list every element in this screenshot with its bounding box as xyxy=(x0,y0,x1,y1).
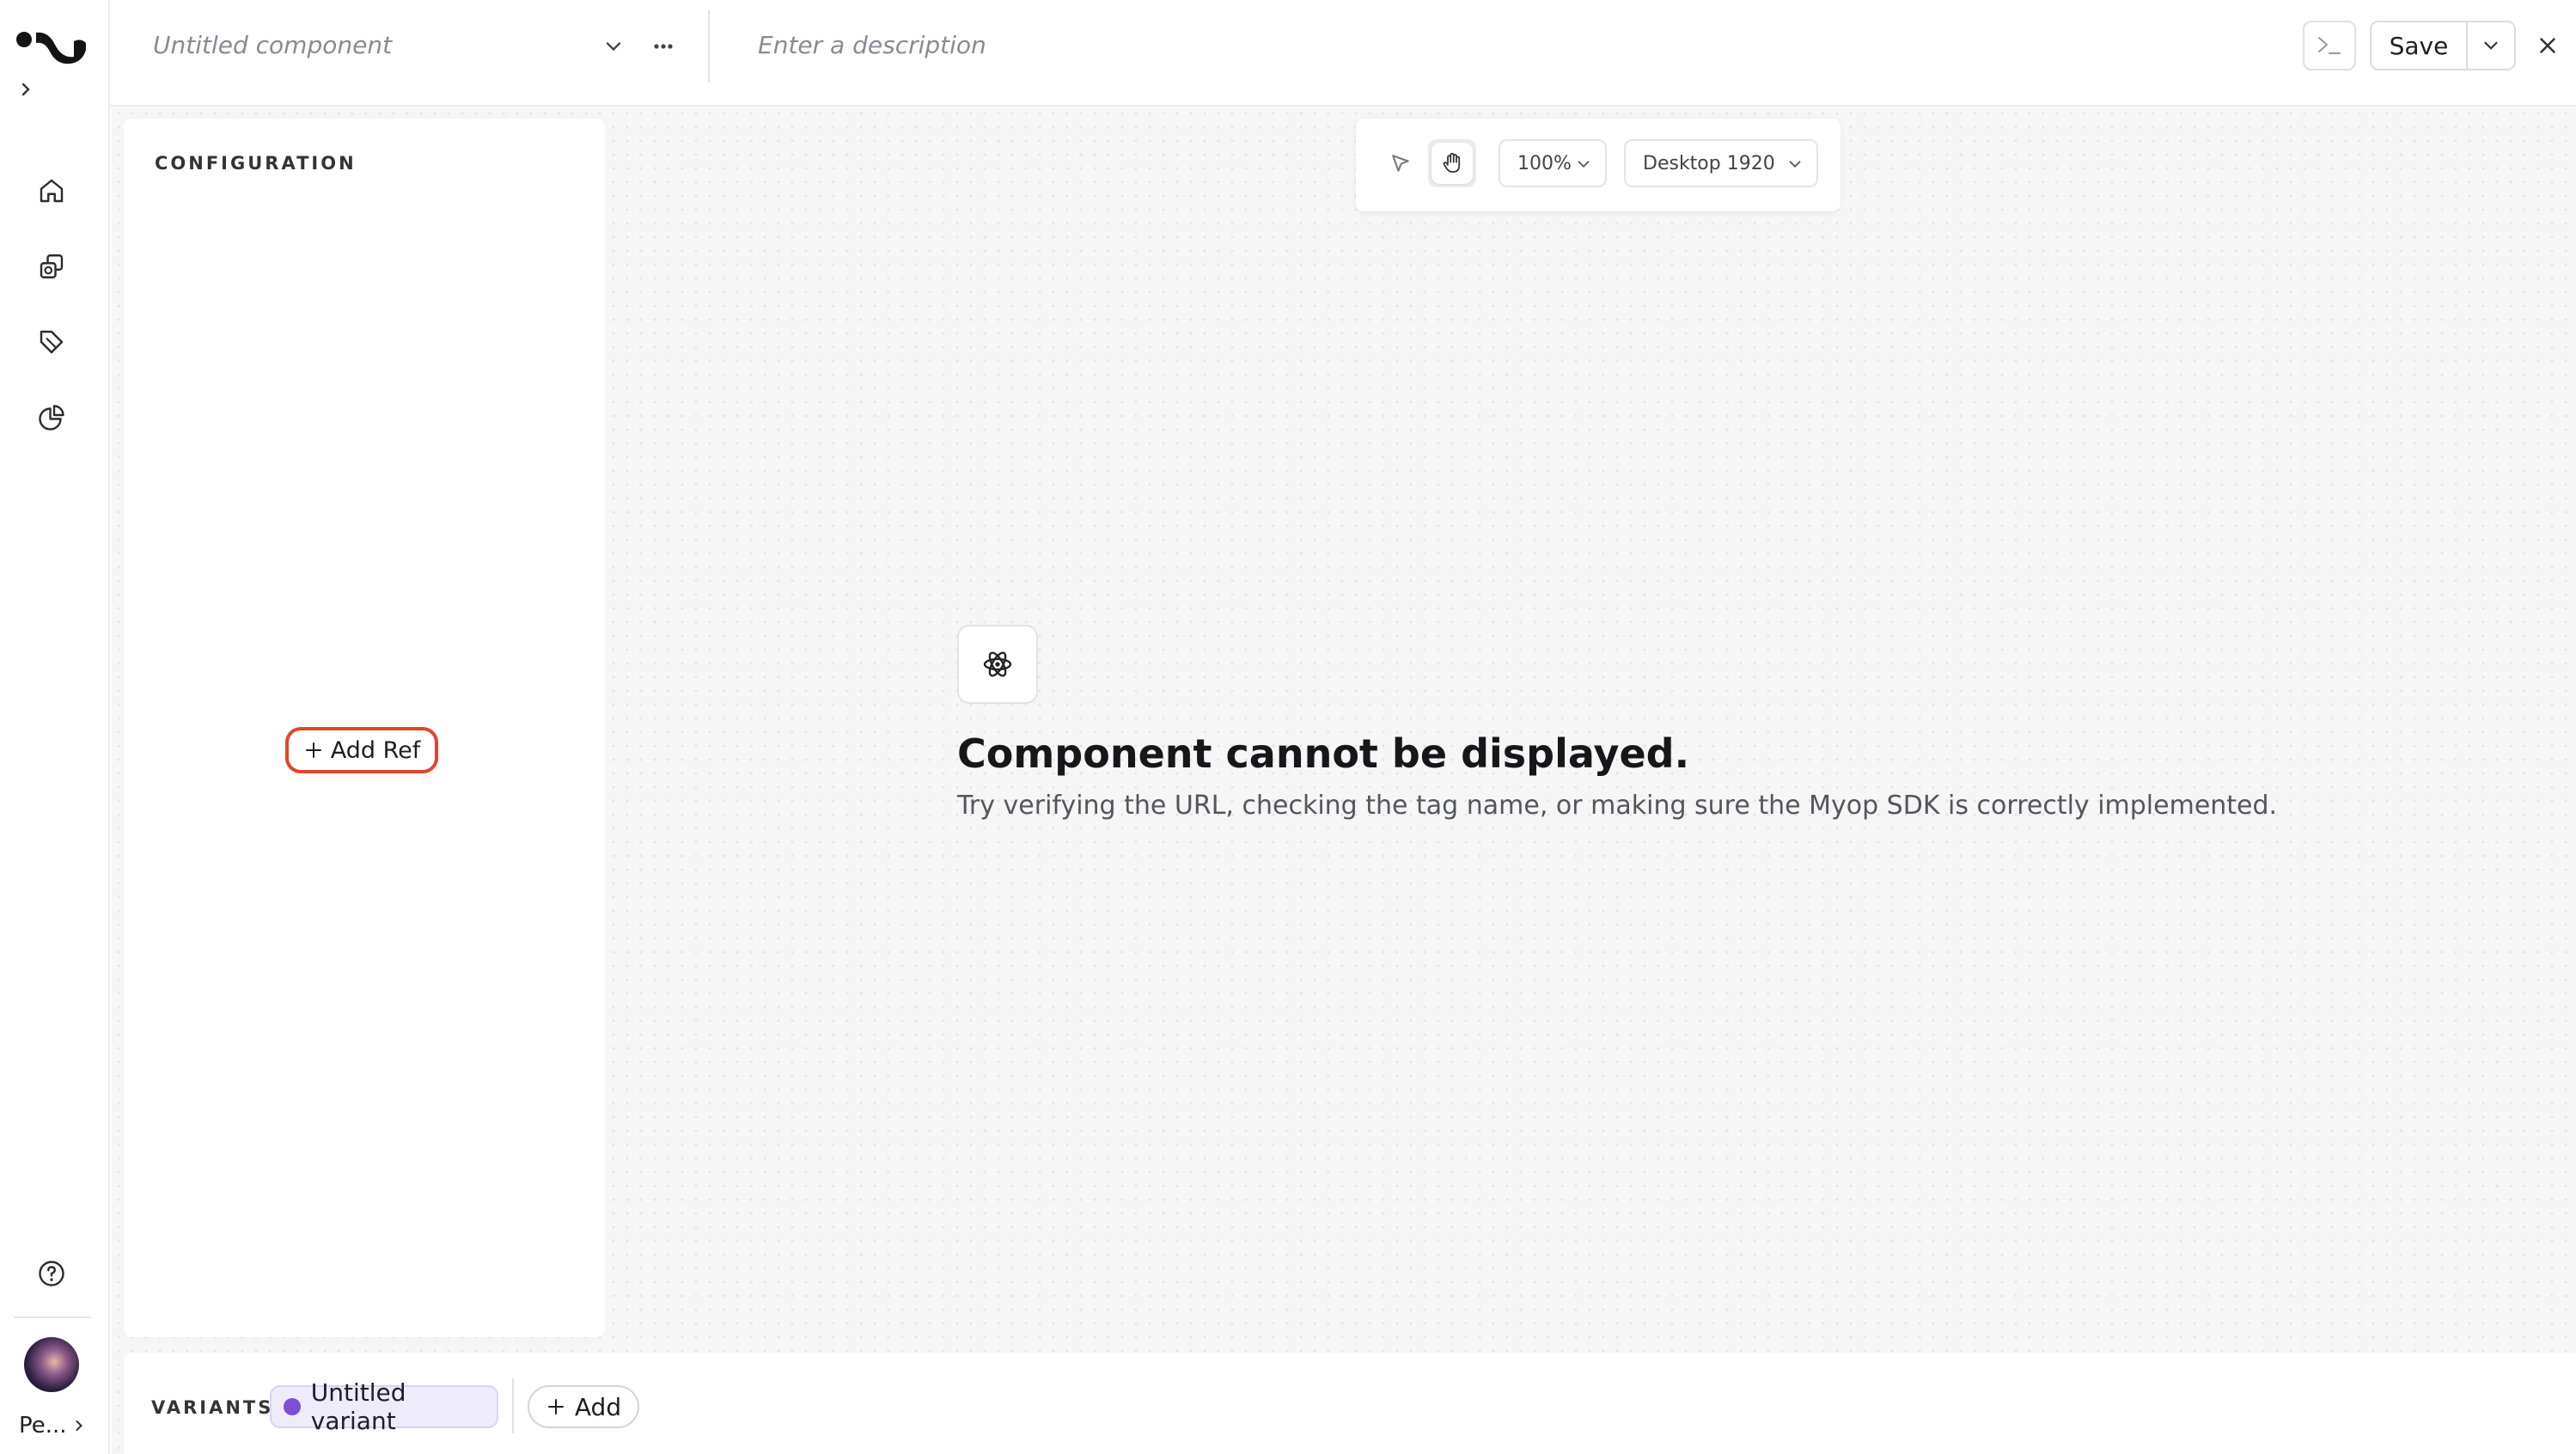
error-title: Component cannot be displayed. xyxy=(957,730,1690,777)
help-button[interactable] xyxy=(24,1246,79,1301)
add-variant-label: Add xyxy=(574,1392,622,1421)
device-select[interactable]: Desktop 1920 xyxy=(1624,139,1818,187)
top-bar: Untitled component Enter a description S… xyxy=(110,0,2576,107)
add-variant-button[interactable]: Add xyxy=(528,1385,639,1428)
chevron-down-icon xyxy=(1785,155,1804,174)
home-icon xyxy=(36,175,67,206)
sidebar-item-analytics[interactable] xyxy=(24,390,79,445)
sidebar-item-components[interactable] xyxy=(24,239,79,294)
chevron-right-icon xyxy=(70,1417,88,1434)
add-ref-button[interactable]: Add Ref xyxy=(285,727,438,773)
save-label: Save xyxy=(2389,31,2449,60)
variants-label: VARIANTS xyxy=(151,1397,274,1418)
variants-bar: VARIANTS Untitled variant Add xyxy=(124,1353,2576,1454)
tag-icon xyxy=(36,327,67,357)
component-name-input[interactable]: Untitled component xyxy=(153,31,392,59)
user-label: Pe... xyxy=(19,1413,67,1439)
device-value: Desktop 1920 xyxy=(1643,152,1775,174)
variant-label: Untitled variant xyxy=(310,1378,406,1435)
app-logo[interactable] xyxy=(14,24,89,72)
error-icon-box xyxy=(957,625,1038,704)
variant-color-dot xyxy=(284,1398,301,1415)
sidebar-item-tags[interactable] xyxy=(24,315,79,370)
variant-chip[interactable]: Untitled variant xyxy=(270,1378,498,1435)
error-message: Try verifying the URL, checking the tag … xyxy=(957,791,2278,821)
canvas-toolbar: 100% Desktop 1920 xyxy=(1356,119,1840,211)
zoom-value: 100% xyxy=(1517,152,1572,174)
rail-divider xyxy=(14,1317,91,1318)
close-icon xyxy=(2535,33,2561,58)
chevron-down-icon xyxy=(1574,155,1593,174)
description-input[interactable]: Enter a description xyxy=(758,31,986,59)
save-button[interactable]: Save xyxy=(2372,22,2468,69)
select-tool-button[interactable] xyxy=(1377,139,1425,187)
header-divider xyxy=(708,10,710,82)
configuration-panel: CONFIGURATION Add Ref xyxy=(124,119,605,1337)
plus-icon xyxy=(546,1396,566,1417)
terminal-button[interactable] xyxy=(2303,21,2356,70)
components-icon xyxy=(36,251,67,282)
chevron-down-icon xyxy=(2480,34,2502,57)
more-options-button[interactable] xyxy=(650,34,679,60)
chevron-down-icon xyxy=(601,34,627,58)
left-sidebar: Pe... xyxy=(0,0,110,1454)
variants-divider xyxy=(512,1378,514,1433)
sidebar-item-home[interactable] xyxy=(24,163,79,218)
hand-tool-button[interactable] xyxy=(1428,139,1476,187)
user-menu[interactable]: Pe... xyxy=(19,1413,88,1439)
save-button-group: Save xyxy=(2370,21,2516,70)
save-options-button[interactable] xyxy=(2468,22,2514,69)
plus-icon xyxy=(303,740,324,761)
add-ref-label: Add Ref xyxy=(330,736,421,764)
zoom-select[interactable]: 100% xyxy=(1499,139,1607,187)
help-icon xyxy=(36,1258,67,1289)
hand-icon xyxy=(1439,150,1465,176)
more-horizontal-icon xyxy=(650,34,679,58)
expand-sidebar-icon[interactable] xyxy=(15,79,36,100)
avatar[interactable] xyxy=(24,1337,79,1392)
close-button[interactable] xyxy=(2535,33,2561,58)
pie-chart-icon xyxy=(36,402,67,433)
component-name-dropdown[interactable] xyxy=(601,34,627,60)
react-atom-icon xyxy=(980,647,1015,681)
cursor-icon xyxy=(1388,150,1413,176)
terminal-icon xyxy=(2314,33,2345,58)
configuration-title: CONFIGURATION xyxy=(155,153,357,174)
